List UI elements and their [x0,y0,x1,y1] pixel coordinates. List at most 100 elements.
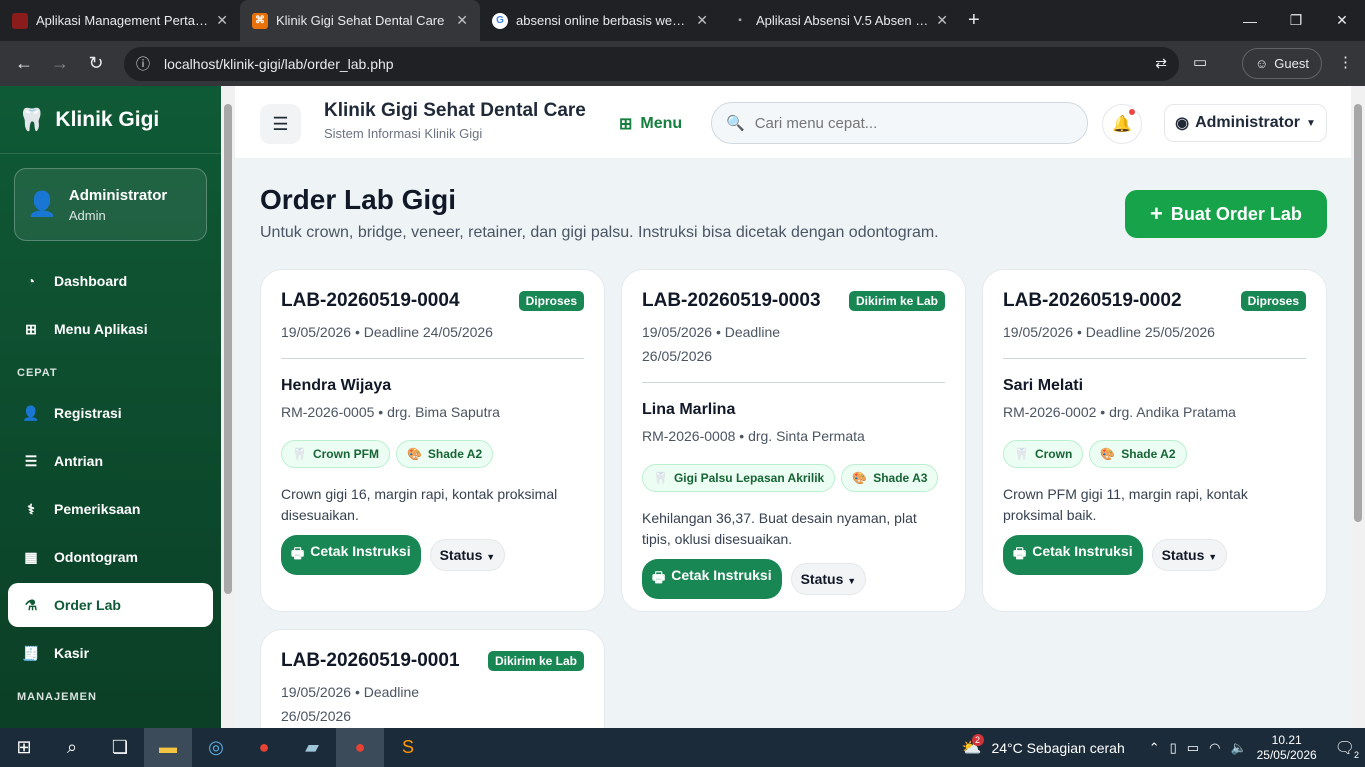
plus-icon: + [1150,201,1163,226]
card-actions: 🖶 Cetak Instruksi Status ▼ [1003,535,1306,575]
maximize-icon[interactable]: ❐ [1273,0,1319,41]
profile-label: Guest [1274,56,1309,71]
search-input[interactable] [754,114,1055,132]
menu-link[interactable]: ⊞ Menu [619,114,682,134]
task-view-icon[interactable]: ❏ [96,728,144,767]
tooth-icon: 🦷 [653,471,668,485]
url-text: localhost/klinik-gigi/lab/order_lab.php [164,55,394,72]
user-doctor-icon: 👤 [27,191,57,218]
new-tab-icon[interactable]: + [968,9,980,32]
shade-label: Shade A3 [873,471,928,485]
chevron-up-icon[interactable]: ⌃ [1149,740,1160,756]
windows-start-icon[interactable]: ⊞ [0,728,48,767]
print-instructions-button[interactable]: 🖶 Cetak Instruksi [642,559,782,599]
record-info: RM-2026-0008 • drg. Sinta Permata [642,428,865,444]
profile-button[interactable]: ☺ Guest [1242,48,1322,79]
system-clock[interactable]: 10.21 25/05/2026 [1257,733,1317,763]
shade-label: Shade A2 [1121,447,1176,461]
type-chip: 🦷 Crown [1003,440,1084,468]
app-favicon-icon [12,12,28,29]
status-badge: Dikirim ke Lab [487,651,584,671]
scrollbar-thumb[interactable] [1354,104,1362,522]
close-window-icon[interactable]: ✕ [1319,0,1365,41]
printer-icon: 🖶 [1013,545,1027,561]
address-bar[interactable]: ⓘ localhost/klinik-gigi/lab/order_lab.ph… [124,46,1179,81]
notification-bell-icon[interactable]: 🔔 [1102,104,1142,144]
browser-toolbar: ← → ↻ ⓘ localhost/klinik-gigi/lab/order_… [0,41,1365,86]
grid-icon: ⊞ [619,116,633,133]
sidebar-item-pemeriksaan[interactable]: ⚕ Pemeriksaan [8,487,213,531]
status-dropdown-button[interactable]: Status ▼ [429,539,506,571]
search-icon[interactable]: ⌕ [48,728,96,767]
browser-tab[interactable]: G absensi online berbasis web php ✕ [480,0,720,41]
main-content: Order Lab Gigi Untuk crown, bridge, vene… [235,158,1351,728]
print-instructions-button[interactable]: 🖶 Cetak Instruksi [281,535,421,575]
page-title: Order Lab Gigi [260,184,457,215]
status-label: Status [800,571,844,587]
forward-icon[interactable]: → [42,53,78,74]
print-instructions-button[interactable]: 🖶 Cetak Instruksi [1003,535,1143,575]
sidebar-item-dashboard[interactable]: ◔ Dashboard [8,259,213,303]
file-explorer-icon[interactable]: ▬ [144,728,192,767]
sidebar-item-antrian[interactable]: ☰ Antrian [8,439,213,483]
page-scrollbar[interactable] [1351,86,1365,728]
hamburger-menu-icon[interactable]: ☰ [260,104,301,144]
close-tab-icon[interactable]: ✕ [216,12,228,29]
status-dropdown-button[interactable]: Status ▼ [790,563,867,595]
order-note: Crown PFM gigi 11, margin rapi, kontak p… [1003,486,1248,523]
translate-icon[interactable]: ⇄ [1155,55,1167,72]
sidebar-item-odontogram[interactable]: ▦ Odontogram [8,535,213,579]
notification-center-icon[interactable]: 🗨 2 [1335,738,1359,760]
sidebar-brand[interactable]: 🦷 Klinik Gigi [0,86,221,154]
volume-icon[interactable]: 🔈 [1230,740,1246,756]
scrollbar-thumb[interactable] [224,104,232,594]
patient-name: Sari Melati [1003,377,1084,394]
order-note: Crown gigi 16, margin rapi, kontak proks… [281,486,558,523]
patient-name: Lina Marlina [642,401,736,418]
brand-name: Klinik Gigi [55,107,160,131]
browser-tab[interactable]: ▪ Aplikasi Absensi V.5 Absen deng ✕ [720,0,960,41]
sidebar-item-label: Order Lab [54,597,121,613]
minimize-icon[interactable]: — [1227,0,1273,41]
status-dropdown-button[interactable]: Status ▼ [1151,539,1228,571]
browser-tab[interactable]: Aplikasi Management Pertandingan ✕ [0,0,240,41]
close-tab-icon[interactable]: ✕ [456,12,468,29]
sidebar-item-menu-aplikasi[interactable]: ⊞ Menu Aplikasi [8,307,213,351]
card-actions: 🖶 Cetak Instruksi Status ▼ [281,535,584,575]
chrome-icon[interactable]: ● [240,728,288,767]
battery-icon[interactable]: ▭ [1187,740,1199,756]
sublime-text-icon[interactable]: S [384,728,432,767]
create-order-button[interactable]: + Buat Order Lab [1125,190,1327,238]
sidebar-item-order-lab[interactable]: ⚗ Order Lab [8,583,213,627]
printer-icon: 🖶 [291,545,305,561]
device-icon[interactable]: ▯ [1170,740,1177,756]
section-header-manajemen: MANAJEMEN [17,691,97,703]
site-info-icon[interactable]: ⓘ [136,54,150,74]
close-tab-icon[interactable]: ✕ [696,12,708,29]
wifi-icon[interactable]: ◠ [1209,740,1220,756]
browser-tab-active[interactable]: ⌘ Klinik Gigi Sehat Dental Care ✕ [240,0,480,41]
order-card: LAB-20260519-0001 Dikirim ke Lab 19/05/2… [260,629,605,728]
weather-text[interactable]: 24°C Sebagian cerah [991,740,1124,756]
create-order-label: Buat Order Lab [1170,203,1302,224]
sidebar-item-kasir[interactable]: 🧾 Kasir [8,631,213,675]
profile-icon: ☺ [1255,56,1269,71]
reload-icon[interactable]: ↻ [78,53,114,74]
sidebar-item-registrasi[interactable]: 👤 Registrasi [8,391,213,435]
weather-icon[interactable]: ⛅ 2 [962,733,984,758]
close-tab-icon[interactable]: ✕ [936,12,948,29]
network-app-icon[interactable]: ◎ [192,728,240,767]
status-badge: Diproses [518,291,584,311]
sidebar: 🦷 Klinik Gigi 👤 Administrator Admin ◔ Da… [0,86,221,728]
sidebar-scrollbar[interactable] [221,86,235,728]
reader-mode-icon[interactable]: ▭ [1193,53,1207,71]
sidebar-item-label: Kasir [54,645,90,661]
type-label: Gigi Palsu Lepasan Akrilik [673,471,825,485]
user-dropdown-button[interactable]: ◉ Administrator ▼ [1164,104,1327,142]
palette-icon: 🎨 [1100,447,1116,461]
notes-app-icon[interactable]: ▰ [288,728,336,767]
back-icon[interactable]: ← [6,53,42,74]
chrome-active-icon[interactable]: ● [336,728,384,767]
sidebar-item-label: Registrasi [54,405,122,421]
browser-menu-icon[interactable]: ⋮ [1338,53,1353,71]
